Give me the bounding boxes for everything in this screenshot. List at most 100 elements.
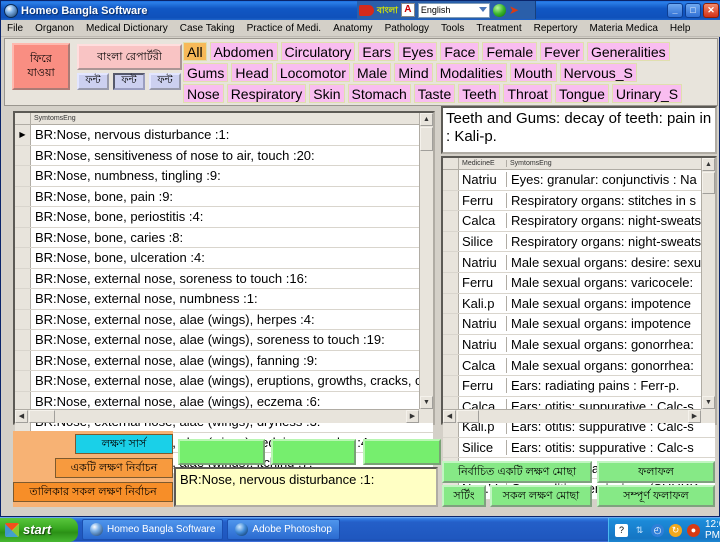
update-icon[interactable]: ↻ (669, 524, 682, 537)
taskbar-clock[interactable]: 12:03 PM (705, 519, 720, 541)
medicine-row[interactable]: Kali.pMale sexual organs: impotence (443, 294, 715, 315)
medicine-row[interactable]: NatriuMale sexual organs: gonorrhea: (443, 335, 715, 356)
symptom-grid-vscrollbar[interactable]: ▲ ▼ (419, 113, 433, 409)
medicine-row[interactable]: SiliceEars: otitis: suppurative : Calc-s (443, 438, 715, 459)
chapter-button-locomotor[interactable]: Locomotor (276, 63, 350, 82)
vscroll-thumb-right[interactable] (702, 172, 715, 194)
symptom-search-button[interactable]: লক্ষণ সার্স (75, 434, 173, 454)
menu-item-anatomy[interactable]: Anatomy (327, 22, 378, 35)
chapter-button-abdomen[interactable]: Abdomen (210, 42, 278, 61)
font-button-2[interactable]: ফন্ট (113, 73, 145, 90)
minimize-button[interactable]: _ (667, 3, 683, 18)
select-one-symptom-button[interactable]: একটি লক্ষণ নির্বাচন (55, 458, 173, 478)
medicine-grid-hscrollbar[interactable]: ◀ ▶ (443, 409, 701, 423)
sorting-button[interactable]: সর্টিং (442, 485, 486, 507)
chapter-button-gums[interactable]: Gums (183, 63, 228, 82)
menu-item-pathology[interactable]: Pathology (379, 22, 435, 35)
medicine-row[interactable]: FerruEars: radiating pains : Ferr-p. (443, 376, 715, 397)
taskbar-item-adobe-photoshop[interactable]: Adobe Photoshop (227, 519, 340, 540)
menu-item-file[interactable]: File (1, 22, 29, 35)
symptom-row[interactable]: BR:Nose, external nose, alae (wings), fa… (15, 351, 433, 372)
scroll-right-icon-right[interactable]: ▶ (688, 410, 701, 423)
go-back-button[interactable]: ফিরে যাওয়া (12, 43, 70, 90)
medicine-row[interactable]: NatriuEyes: granular: conjunctivis : Na (443, 170, 715, 191)
symptom-row[interactable]: BR:Nose, bone, ulceration :4: (15, 248, 433, 269)
help-icon[interactable]: ? (615, 524, 628, 537)
bangla-repertory-button[interactable]: বাংলা রেপার্টরী (77, 44, 182, 70)
network-icon[interactable]: ⇅ (633, 524, 646, 537)
medicine-row[interactable]: NatriuMale sexual organs: desire: sexu (443, 252, 715, 273)
chapter-button-mind[interactable]: Mind (394, 63, 432, 82)
medicine-results-grid[interactable]: MedicineE SymtomsEng NatriuEyes: granula… (441, 156, 717, 425)
symptom-grid-hscrollbar[interactable]: ◀ ▶ (15, 409, 419, 423)
symptom-row[interactable]: BR:Nose, external nose, alae (wings), he… (15, 310, 433, 331)
chapter-button-nose[interactable]: Nose (183, 84, 224, 103)
result-button[interactable]: ফলাফল (597, 461, 715, 483)
symptom-row[interactable]: BR:Nose, bone, periostitis :4: (15, 207, 433, 228)
chapter-button-mouth[interactable]: Mouth (510, 63, 557, 82)
medicine-row[interactable]: FerruRespiratory organs: stitches in s (443, 191, 715, 212)
full-result-button[interactable]: সম্পূর্ণ ফলাফল (597, 485, 715, 507)
chapter-button-ears[interactable]: Ears (358, 42, 395, 61)
symptom-row[interactable]: BR:Nose, external nose, soreness to touc… (15, 269, 433, 290)
green-status-box-2[interactable] (271, 439, 356, 465)
chapter-button-throat[interactable]: Throat (503, 84, 551, 103)
chapter-button-eyes[interactable]: Eyes (398, 42, 437, 61)
avro-keyboard-icon[interactable]: A (401, 3, 415, 17)
taskbar-item-homeo-bangla-software[interactable]: Homeo Bangla Software (82, 519, 223, 540)
symptom-list-grid[interactable]: SymtomsEng ▶BR:Nose, nervous disturbance… (13, 111, 435, 425)
chapter-button-modalities[interactable]: Modalities (436, 63, 507, 82)
close-button[interactable]: ✕ (703, 3, 719, 18)
medicine-row[interactable]: SiliceRespiratory organs: night-sweats (443, 232, 715, 253)
menu-item-medical-dictionary[interactable]: Medical Dictionary (80, 22, 174, 35)
chapter-button-male[interactable]: Male (353, 63, 391, 82)
selected-symptom-textbox[interactable]: BR:Nose, nervous disturbance :1: (174, 467, 438, 507)
medicine-grid-vscrollbar[interactable]: ▲ ▼ (701, 158, 715, 409)
maximize-button[interactable]: □ (685, 3, 701, 18)
symptom-row[interactable]: BR:Nose, bone, pain :9: (15, 187, 433, 208)
scroll-up-icon-right[interactable]: ▲ (702, 158, 715, 171)
medicine-row[interactable]: CalcaRespiratory organs: night-sweats (443, 211, 715, 232)
scroll-left-icon[interactable]: ◀ (15, 410, 28, 423)
scroll-up-icon[interactable]: ▲ (420, 113, 433, 126)
chapter-button-taste[interactable]: Taste (414, 84, 455, 103)
symptom-row[interactable]: BR:Nose, external nose, alae (wings), so… (15, 330, 433, 351)
symptom-row[interactable]: ▶BR:Nose, nervous disturbance :1: (15, 125, 433, 146)
red-arrow-icon[interactable]: ➤ (509, 4, 519, 16)
scroll-left-icon-right[interactable]: ◀ (443, 410, 456, 423)
chapter-button-urinary-system[interactable]: Urinary_S (612, 84, 682, 103)
chapter-button-stomach[interactable]: Stomach (348, 84, 411, 103)
menu-item-treatment[interactable]: Treatment (470, 22, 527, 35)
chapter-button-fever[interactable]: Fever (540, 42, 584, 61)
vscroll-thumb[interactable] (420, 127, 433, 151)
chapter-button-head[interactable]: Head (231, 63, 272, 82)
menu-item-case-taking[interactable]: Case Taking (174, 22, 241, 35)
green-globe-icon[interactable] (493, 4, 506, 17)
chapter-button-generalities[interactable]: Generalities (587, 42, 670, 61)
menu-item-practice-of-medicine[interactable]: Practice of Medi. (241, 22, 327, 35)
symptom-row[interactable]: BR:Nose, bone, caries :8: (15, 228, 433, 249)
font-button-3[interactable]: ফন্ট (149, 73, 181, 90)
scroll-right-icon[interactable]: ▶ (406, 410, 419, 423)
erase-all-symptoms-button[interactable]: সকল লক্ষণ মোছা (490, 485, 592, 507)
antivirus-icon[interactable]: ● (687, 524, 700, 537)
symptom-row[interactable]: BR:Nose, sensitiveness of nose to air, t… (15, 146, 433, 167)
menu-item-organon[interactable]: Organon (29, 22, 80, 35)
medicine-row[interactable]: CalcaMale sexual organs: gonorrhea: (443, 355, 715, 376)
menu-item-materia-medica[interactable]: Materia Medica (584, 22, 664, 35)
menu-item-repertory[interactable]: Repertory (528, 22, 584, 35)
green-status-box-3[interactable] (363, 439, 441, 465)
font-button-1[interactable]: ফন্ট (77, 73, 109, 90)
start-button[interactable]: start (0, 518, 78, 542)
scroll-down-icon[interactable]: ▼ (420, 396, 433, 409)
symptom-row[interactable]: BR:Nose, numbness, tingling :9: (15, 166, 433, 187)
hscroll-thumb[interactable] (29, 410, 55, 423)
chapter-button-skin[interactable]: Skin (309, 84, 344, 103)
medicine-row[interactable]: FerruMale sexual organs: varicocele: (443, 273, 715, 294)
chapter-button-teeth[interactable]: Teeth (458, 84, 500, 103)
symptom-row[interactable]: BR:Nose, external nose, alae (wings), er… (15, 371, 433, 392)
medicine-row[interactable]: NatriuMale sexual organs: impotence (443, 314, 715, 335)
chapter-button-female[interactable]: Female (482, 42, 537, 61)
chapter-button-all[interactable]: All (183, 42, 207, 61)
hscroll-thumb-right[interactable] (457, 410, 479, 423)
